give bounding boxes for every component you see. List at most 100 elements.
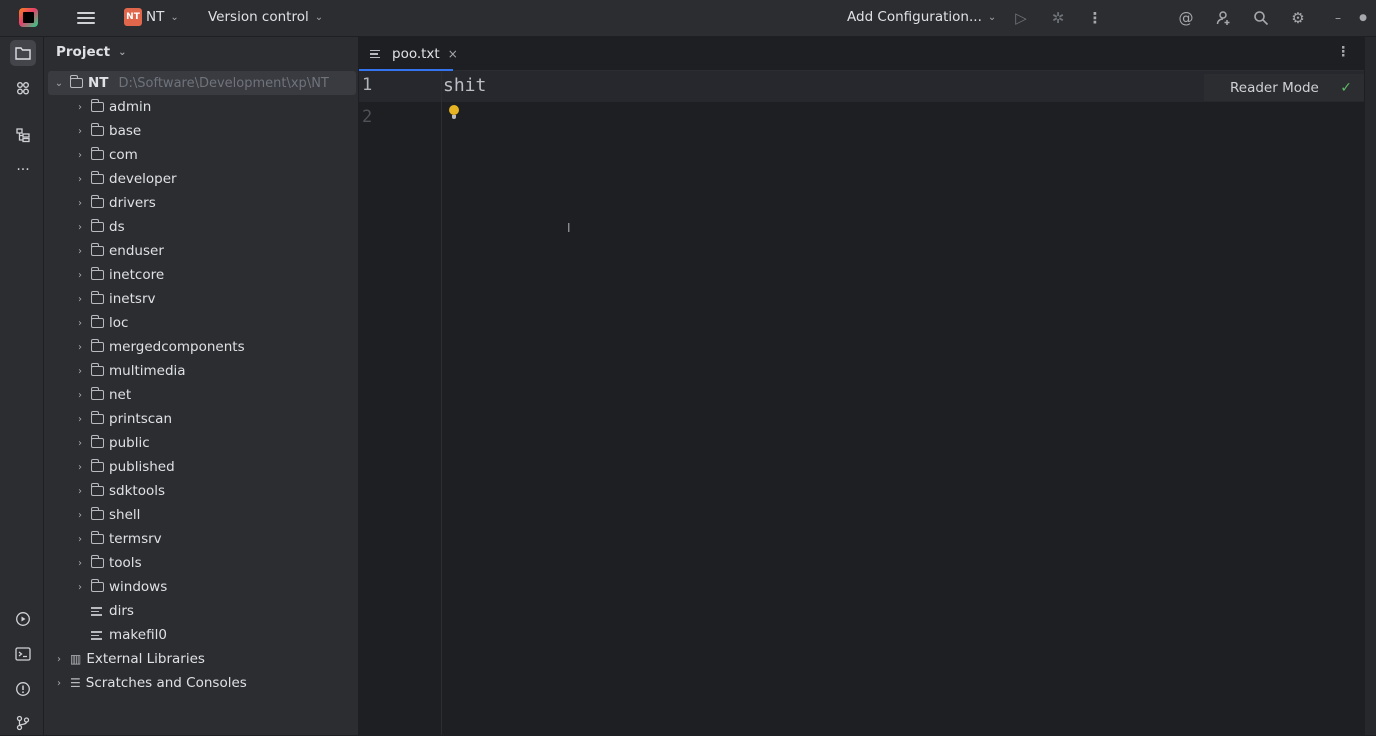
- tree-label: multimedia: [109, 363, 186, 379]
- project-folder-icon[interactable]: [10, 40, 36, 66]
- run-tool-icon[interactable]: [10, 606, 36, 632]
- chevron-right-icon[interactable]: ›: [73, 534, 87, 545]
- chevron-right-icon[interactable]: ›: [73, 270, 87, 281]
- chevron-right-icon[interactable]: ›: [73, 174, 87, 185]
- folder-icon: [90, 507, 104, 520]
- folder-icon: [90, 147, 104, 160]
- tree-folder-base[interactable]: › base: [48, 119, 356, 143]
- tree-file-dirs[interactable]: dirs: [48, 599, 356, 623]
- tree-folder-windows[interactable]: › windows: [48, 575, 356, 599]
- tree-external-libraries[interactable]: › ▥ External Libraries: [48, 647, 356, 671]
- close-icon[interactable]: ×: [448, 47, 458, 61]
- chevron-right-icon[interactable]: ›: [73, 558, 87, 569]
- tree-folder-termsrv[interactable]: › termsrv: [48, 527, 356, 551]
- gear-icon[interactable]: ⚙: [1287, 7, 1309, 29]
- chevron-right-icon[interactable]: ›: [73, 510, 87, 521]
- run-icon[interactable]: ▷: [1010, 7, 1032, 29]
- chevron-right-icon[interactable]: ›: [73, 126, 87, 137]
- run-configuration-dropdown[interactable]: Add Configuration... ⌄: [847, 9, 996, 25]
- tree-folder-loc[interactable]: › loc: [48, 311, 356, 335]
- chevron-right-icon[interactable]: ›: [73, 366, 87, 377]
- tree-scratches-consoles[interactable]: › ☰ Scratches and Consoles: [48, 671, 356, 695]
- chevron-down-icon[interactable]: ⌄: [52, 78, 66, 89]
- chevron-right-icon[interactable]: ›: [73, 150, 87, 161]
- version-control-label: Version control: [208, 9, 309, 25]
- tree-folder-published[interactable]: › published: [48, 455, 356, 479]
- more-icon[interactable]: ···: [10, 157, 36, 183]
- tree-label: makefil0: [109, 627, 167, 643]
- tree-label: shell: [109, 507, 141, 523]
- tree-folder-multimedia[interactable]: › multimedia: [48, 359, 356, 383]
- problems-icon[interactable]: [10, 676, 36, 702]
- chevron-right-icon[interactable]: ›: [73, 486, 87, 497]
- tree-label: public: [109, 435, 150, 451]
- tree-folder-shell[interactable]: › shell: [48, 503, 356, 527]
- minimize-icon[interactable]: –: [1327, 7, 1349, 29]
- tab-poo-txt[interactable]: poo.txt ×: [359, 37, 458, 71]
- chevron-right-icon[interactable]: ›: [73, 246, 87, 257]
- more-vert-icon[interactable]: ⋮: [1337, 44, 1351, 60]
- chevron-right-icon[interactable]: ›: [73, 102, 87, 113]
- folder-icon: [90, 483, 104, 496]
- user-icon[interactable]: [1213, 7, 1235, 29]
- tree-folder-inetcore[interactable]: › inetcore: [48, 263, 356, 287]
- root-label: NT: [88, 75, 109, 91]
- chevron-right-icon[interactable]: ›: [73, 318, 87, 329]
- text-file-icon: [91, 605, 103, 617]
- vcs-icon[interactable]: [10, 710, 36, 736]
- more-vert-icon[interactable]: ⋮: [1084, 7, 1106, 29]
- lightbulb-icon[interactable]: [447, 105, 461, 123]
- tree-file-makefil0[interactable]: makefil0: [48, 623, 356, 647]
- tree-folder-sdktools[interactable]: › sdktools: [48, 479, 356, 503]
- folder-icon: [90, 459, 104, 472]
- tree-root-nt[interactable]: ⌄ NT D:\Software\Development\xp\NT: [48, 71, 356, 95]
- chevron-right-icon[interactable]: ›: [73, 414, 87, 425]
- terminal-icon[interactable]: [10, 641, 36, 667]
- chevron-right-icon[interactable]: ›: [73, 198, 87, 209]
- window-control-icon[interactable]: ●: [1352, 7, 1374, 29]
- search-icon[interactable]: [1250, 7, 1272, 29]
- chevron-right-icon[interactable]: ›: [73, 582, 87, 593]
- debug-icon[interactable]: ✲: [1047, 7, 1069, 29]
- reader-mode-button[interactable]: Reader Mode ✓: [1204, 74, 1364, 101]
- tree-folder-tools[interactable]: › tools: [48, 551, 356, 575]
- code-line[interactable]: shit: [443, 75, 486, 96]
- tree-folder-developer[interactable]: › developer: [48, 167, 356, 191]
- tree-folder-net[interactable]: › net: [48, 383, 356, 407]
- right-scroll-strip[interactable]: [1365, 37, 1376, 735]
- chevron-right-icon[interactable]: ›: [73, 438, 87, 449]
- tree-folder-public[interactable]: › public: [48, 431, 356, 455]
- chevron-right-icon[interactable]: ›: [73, 294, 87, 305]
- folder-icon: [90, 99, 104, 112]
- tree-label: net: [109, 387, 132, 403]
- tree-folder-inetsrv[interactable]: › inetsrv: [48, 287, 356, 311]
- tree-folder-drivers[interactable]: › drivers: [48, 191, 356, 215]
- scratches-icon: ☰: [70, 676, 81, 690]
- chevron-down-icon: ⌄: [170, 11, 179, 23]
- tree-folder-mergedcomponents[interactable]: › mergedcomponents: [48, 335, 356, 359]
- chevron-right-icon[interactable]: ›: [73, 390, 87, 401]
- tree-label: tools: [109, 555, 142, 571]
- chevron-right-icon[interactable]: ›: [52, 678, 66, 689]
- tree-folder-com[interactable]: › com: [48, 143, 356, 167]
- tree-label: ds: [109, 219, 125, 235]
- chevron-down-icon: ⌄: [314, 11, 324, 23]
- ai-assistant-icon[interactable]: @: [1175, 7, 1197, 29]
- tree-folder-enduser[interactable]: › enduser: [48, 239, 356, 263]
- tree-label: developer: [109, 171, 177, 187]
- chevron-right-icon[interactable]: ›: [73, 462, 87, 473]
- project-switcher[interactable]: NT NT ⌄: [124, 8, 179, 26]
- tree-folder-ds[interactable]: › ds: [48, 215, 356, 239]
- hamburger-menu-icon[interactable]: [77, 9, 95, 27]
- chevron-right-icon[interactable]: ›: [52, 654, 66, 665]
- structure-icon[interactable]: [10, 122, 36, 148]
- app-logo[interactable]: [19, 8, 38, 27]
- chevron-right-icon[interactable]: ›: [73, 222, 87, 233]
- tree-folder-printscan[interactable]: › printscan: [48, 407, 356, 431]
- version-control-menu[interactable]: Version control ⌄: [208, 9, 323, 25]
- tree-folder-admin[interactable]: › admin: [48, 95, 356, 119]
- git-icon[interactable]: [10, 75, 36, 101]
- project-view-selector[interactable]: Project ⌄: [56, 44, 126, 60]
- chevron-right-icon[interactable]: ›: [73, 342, 87, 353]
- reader-mode-label: Reader Mode: [1230, 79, 1319, 96]
